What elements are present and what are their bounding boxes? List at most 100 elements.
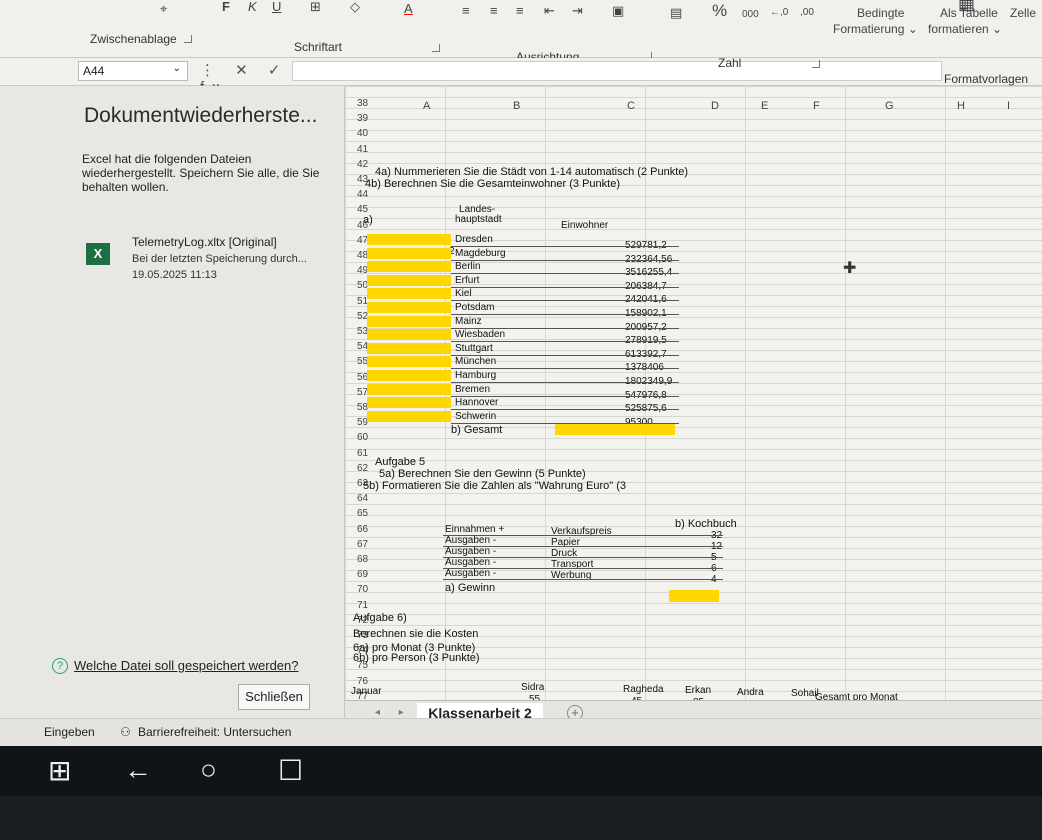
formula-controls[interactable]: ⋮ ✕ ✓ fx (200, 61, 290, 96)
tab-scroll-arrows-icon[interactable]: ◂ ▸ (375, 707, 412, 718)
recovered-file-name: TelemetryLog.xltx [Original] (132, 235, 277, 249)
font-color-button[interactable]: A (404, 2, 413, 16)
col-header[interactable]: A (423, 100, 430, 112)
borders-icon[interactable]: ⊞ (310, 0, 321, 14)
underline-button[interactable]: U (272, 0, 281, 14)
conditional-format-label-top[interactable]: Bedingte (857, 6, 904, 20)
row-number[interactable]: 40 (357, 128, 368, 139)
col-header[interactable]: F (813, 100, 820, 112)
number-cell[interactable] (367, 302, 451, 313)
font-group-label: Schriftart (294, 40, 343, 54)
row-number[interactable]: 65 (357, 508, 368, 519)
number-cell[interactable] (367, 342, 451, 354)
worksheet-grid[interactable]: A B C D E F G H I 38 39 40 41 42 43 44 45 46 47 48… (345, 86, 1042, 718)
col-header[interactable]: D (711, 100, 719, 112)
row-number[interactable]: 67 (357, 539, 368, 550)
city-name: Dresden (455, 234, 493, 245)
city-name: München (455, 356, 497, 368)
font-launcher-icon[interactable] (432, 44, 440, 52)
row-number[interactable]: 60 (357, 432, 368, 443)
search-icon[interactable]: ○ (200, 754, 217, 786)
col-header[interactable]: B (513, 100, 520, 112)
align-center-icon[interactable]: ≡ (490, 4, 498, 18)
row-number[interactable]: 42 (357, 159, 368, 170)
number-cell[interactable] (367, 274, 451, 286)
gewinn-cell[interactable] (669, 590, 719, 602)
help-link[interactable]: Welche Datei soll gespeichert werden? (74, 658, 299, 673)
col-header[interactable]: E (761, 100, 768, 112)
row-number[interactable]: 70 (357, 584, 368, 595)
formula-input[interactable] (292, 61, 942, 81)
row-number[interactable]: 71 (357, 600, 368, 611)
status-mode: Eingeben (44, 725, 95, 739)
row-number[interactable]: 41 (357, 144, 368, 155)
row-number[interactable]: 66 (357, 524, 368, 535)
col-header[interactable]: I (1007, 100, 1010, 112)
help-icon[interactable]: ? (52, 658, 68, 674)
clipboard-launcher-icon[interactable] (184, 35, 192, 43)
format-painter-icon[interactable]: ⌖ (160, 2, 167, 16)
indent-decrease-icon[interactable]: ⇤ (544, 4, 555, 18)
align-left-icon[interactable]: ≡ (462, 4, 470, 18)
italic-button[interactable]: K (248, 0, 257, 14)
task-view-icon[interactable]: ☐ (278, 754, 303, 787)
total-cell[interactable] (555, 424, 675, 435)
table-rule (451, 286, 679, 288)
accounting-format-icon[interactable]: ▤ (670, 6, 682, 20)
accessibility-status[interactable]: Barrierefreiheit: Untersuchen (138, 725, 291, 739)
number-cell[interactable] (367, 234, 451, 245)
col-header[interactable]: G (885, 100, 894, 112)
name-box[interactable]: A44 ⌄ (78, 61, 188, 81)
number-cell[interactable] (367, 356, 451, 368)
document-recovery-pane: Dokumentwiederherste... Excel hat die fo… (0, 86, 345, 718)
recovered-file-item[interactable]: X TelemetryLog.xltx [Original] Bei der l… (80, 231, 340, 281)
number-cell[interactable] (367, 247, 451, 259)
col-header[interactable]: C (627, 100, 635, 112)
accessibility-icon[interactable]: ⚇ (120, 725, 131, 739)
row-number[interactable]: 64 (357, 493, 368, 504)
row-number[interactable]: 61 (357, 448, 368, 459)
city-name: Stuttgart (455, 342, 493, 354)
city-header-2: hauptstadt (455, 214, 502, 225)
close-button[interactable]: Schließen (238, 684, 310, 710)
row-number[interactable]: 62 (357, 463, 368, 474)
decrease-decimal-button[interactable]: ,00 (800, 6, 814, 20)
city-name: Hamburg (455, 370, 497, 381)
number-cell[interactable] (367, 397, 451, 409)
bold-button[interactable]: F (222, 0, 230, 14)
table-format-icon[interactable]: ▦ (958, 0, 975, 12)
row-number[interactable]: 38 (357, 98, 368, 109)
row-number[interactable]: 68 (357, 554, 368, 565)
fill-color-icon[interactable]: ◇ (350, 0, 360, 14)
thousands-button[interactable]: 000 (742, 8, 759, 22)
row-number[interactable]: 39 (357, 113, 368, 124)
chevron-down-icon[interactable]: ⌄ (173, 63, 181, 74)
row-number[interactable]: 69 (357, 569, 368, 580)
align-right-icon[interactable]: ≡ (516, 4, 524, 18)
col-header[interactable]: H (957, 100, 965, 112)
merge-cells-icon[interactable]: ▣ (612, 4, 624, 18)
taskbar: ⊞ ← ○ ☐ (0, 746, 1042, 796)
row-number[interactable]: 76 (357, 676, 368, 687)
number-cell[interactable] (367, 410, 451, 422)
number-cell[interactable] (367, 315, 451, 327)
windows-icon[interactable]: ⊞ (48, 754, 71, 787)
cell-styles-label[interactable]: Zelle (1010, 6, 1036, 20)
number-cell[interactable] (367, 288, 451, 300)
column-headers: A B C D E F G H I (345, 100, 1042, 118)
number-launcher-icon[interactable] (812, 60, 820, 68)
number-cell[interactable] (367, 370, 451, 381)
conditional-format-label-bottom[interactable]: Formatierung ⌄ (833, 22, 918, 36)
back-arrow-icon[interactable]: ← (124, 754, 152, 786)
number-cell[interactable] (367, 329, 451, 341)
city-name: Potsdam (455, 302, 495, 313)
recovered-file-subtitle: Bei der letzten Speicherung durch... (132, 253, 307, 265)
number-cell[interactable] (367, 261, 451, 273)
number-cell[interactable] (367, 383, 451, 395)
indent-increase-icon[interactable]: ⇥ (572, 4, 583, 18)
row-number[interactable]: 44 (357, 189, 368, 200)
table-format-label-bottom[interactable]: formatieren ⌄ (928, 22, 1002, 36)
percent-button[interactable]: % (712, 2, 727, 19)
increase-decimal-button[interactable]: ←,0 (770, 6, 788, 20)
city-name: Erfurt (455, 274, 480, 286)
